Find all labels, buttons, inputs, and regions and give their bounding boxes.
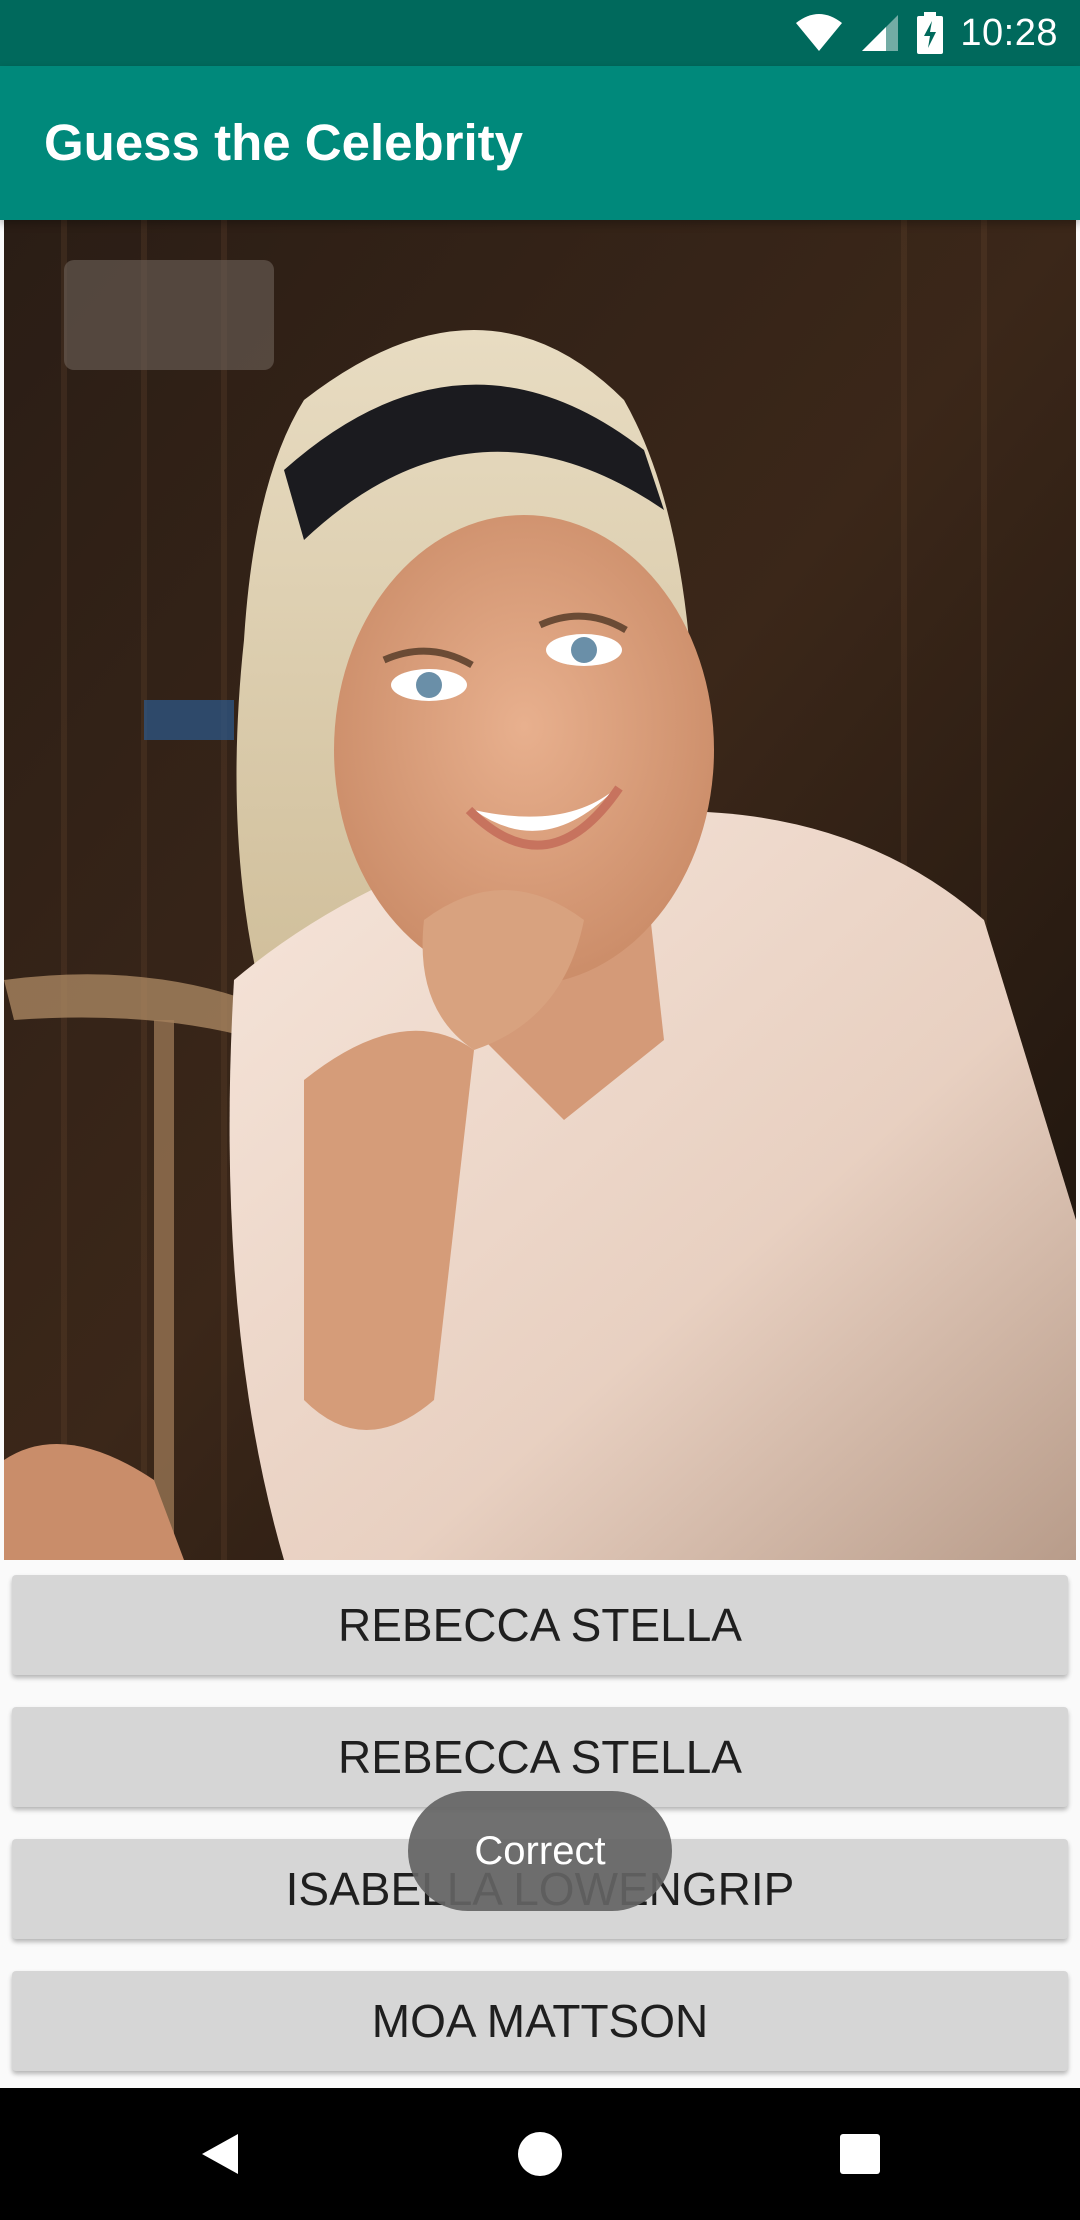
system-nav-bar — [0, 2088, 1080, 2220]
back-button[interactable] — [160, 2088, 280, 2220]
status-bar: 10:28 — [0, 0, 1080, 66]
cell-signal-icon — [862, 15, 899, 51]
app-title: Guess the Celebrity — [44, 114, 523, 171]
celebrity-photo-illustration — [4, 220, 1076, 1560]
status-time: 10:28 — [960, 11, 1058, 54]
toast-message: Correct — [408, 1791, 672, 1911]
home-button[interactable] — [480, 2088, 600, 2220]
recents-button[interactable] — [800, 2088, 920, 2220]
app-bar: Guess the Celebrity — [0, 66, 1080, 220]
wifi-icon — [796, 14, 843, 51]
recents-icon — [840, 2134, 880, 2174]
home-icon — [518, 2132, 562, 2176]
back-icon — [202, 2134, 238, 2174]
status-icons: 10:28 — [794, 0, 1058, 66]
answer-button-1[interactable]: REBECCA STELLA — [12, 1575, 1068, 1675]
battery-charging-icon — [917, 12, 944, 54]
answer-button-4[interactable]: MOA MATTSON — [12, 1971, 1068, 2071]
celebrity-photo — [4, 220, 1076, 1560]
